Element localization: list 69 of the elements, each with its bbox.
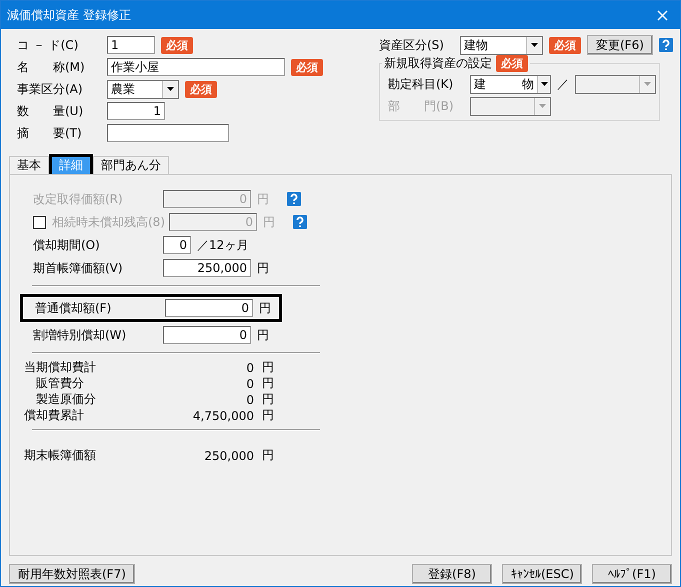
amount-field[interactable]: 0	[163, 326, 251, 344]
total-label: 当期償却費計	[24, 359, 97, 376]
field-label: 名 称(M)	[17, 58, 86, 76]
period-suffix: ／12ヶ月	[197, 236, 248, 254]
window-title: 減価償却資産 登録修正	[7, 6, 131, 24]
required-badge: 必須	[185, 80, 217, 98]
field-label: 摘 要(T)	[17, 124, 83, 142]
amount-field[interactable]: 250,000	[163, 259, 251, 277]
text-field[interactable]	[107, 124, 229, 142]
dropdown-arrow-icon	[531, 43, 538, 47]
group-title: 新規取得資産の設定	[384, 55, 492, 72]
dropdown-arrow-icon	[539, 104, 546, 108]
dropdown[interactable]	[470, 96, 551, 116]
required-badge: 必須	[549, 36, 581, 54]
field-label: 割増特別償却(W)	[33, 326, 128, 344]
field-label: 期首帳簿価額(V)	[33, 260, 124, 276]
total-label: 期末帳簿価額	[24, 447, 97, 464]
close-icon[interactable]	[656, 10, 668, 20]
field-label: 部 門(B)	[388, 98, 455, 114]
field-label: 数 量(U)	[17, 102, 84, 120]
unit-label: 円	[257, 326, 269, 344]
unit-label: 円	[262, 359, 274, 376]
help-icon[interactable]	[658, 38, 673, 52]
footer-button[interactable]: 登録(F8)	[412, 564, 492, 584]
unit-label: 円	[263, 214, 275, 230]
separator-slash: ／	[557, 76, 569, 92]
field-label: コ － ド(C)	[17, 36, 80, 54]
field-label: 事業区分(A)	[17, 80, 84, 98]
unit-label: 円	[262, 375, 274, 392]
unit-label: 円	[262, 407, 274, 424]
required-badge: 必須	[496, 55, 528, 72]
total-value: 0	[246, 392, 254, 406]
unit-label: 円	[257, 260, 269, 276]
change-button[interactable]: 変更(F6)	[587, 35, 653, 55]
required-badge: 必須	[161, 36, 193, 54]
dropdown[interactable]: 建物	[460, 36, 543, 54]
field-label: 勘定科目(K)	[388, 76, 454, 92]
tab[interactable]: 部門あん分	[93, 156, 169, 174]
amount-field[interactable]: 0	[165, 299, 253, 317]
total-value: 0	[246, 360, 254, 374]
total-value: 0	[246, 376, 254, 390]
lookup-table-button[interactable]: 耐用年数対照表(F7)	[9, 564, 135, 584]
dropdown-arrow-icon	[167, 87, 174, 91]
unit-label: 円	[262, 391, 274, 408]
footer-button[interactable]: ｷｬﾝｾﾙ(ESC)	[502, 564, 582, 584]
dropdown[interactable]: 農業	[107, 80, 179, 98]
dropdown[interactable]: 建 物	[470, 74, 551, 94]
dropdown-arrow-icon	[644, 82, 651, 86]
unit-label: 円	[262, 447, 274, 464]
required-badge: 必須	[291, 58, 323, 76]
tab[interactable]: 基本	[9, 156, 49, 174]
field-label: 相続時未償却残高(8)	[52, 214, 163, 230]
field-label: 資産区分(S)	[379, 36, 445, 54]
text-field[interactable]: 1	[107, 102, 165, 120]
field-label: 改定取得価額(R)	[33, 190, 124, 208]
total-value: 4,750,000	[192, 408, 254, 422]
unit-label: 円	[259, 300, 271, 316]
text-field[interactable]: 0	[163, 236, 191, 254]
dropdown-arrow-icon	[540, 82, 548, 86]
total-value: 250,000	[204, 448, 254, 462]
text-field[interactable]: 1	[107, 36, 155, 54]
total-label: 製造原価分	[36, 391, 97, 408]
footer-button[interactable]: ﾍﾙﾌﾟ(F1)	[592, 564, 672, 584]
unit-label: 円	[257, 190, 269, 208]
field-label: 償却期間(O)	[33, 236, 101, 254]
total-label: 償却費累計	[24, 407, 85, 424]
total-label: 販管費分	[36, 375, 85, 392]
field-label: 普通償却額(F)	[35, 300, 112, 316]
text-field[interactable]: 作業小屋	[107, 58, 285, 76]
